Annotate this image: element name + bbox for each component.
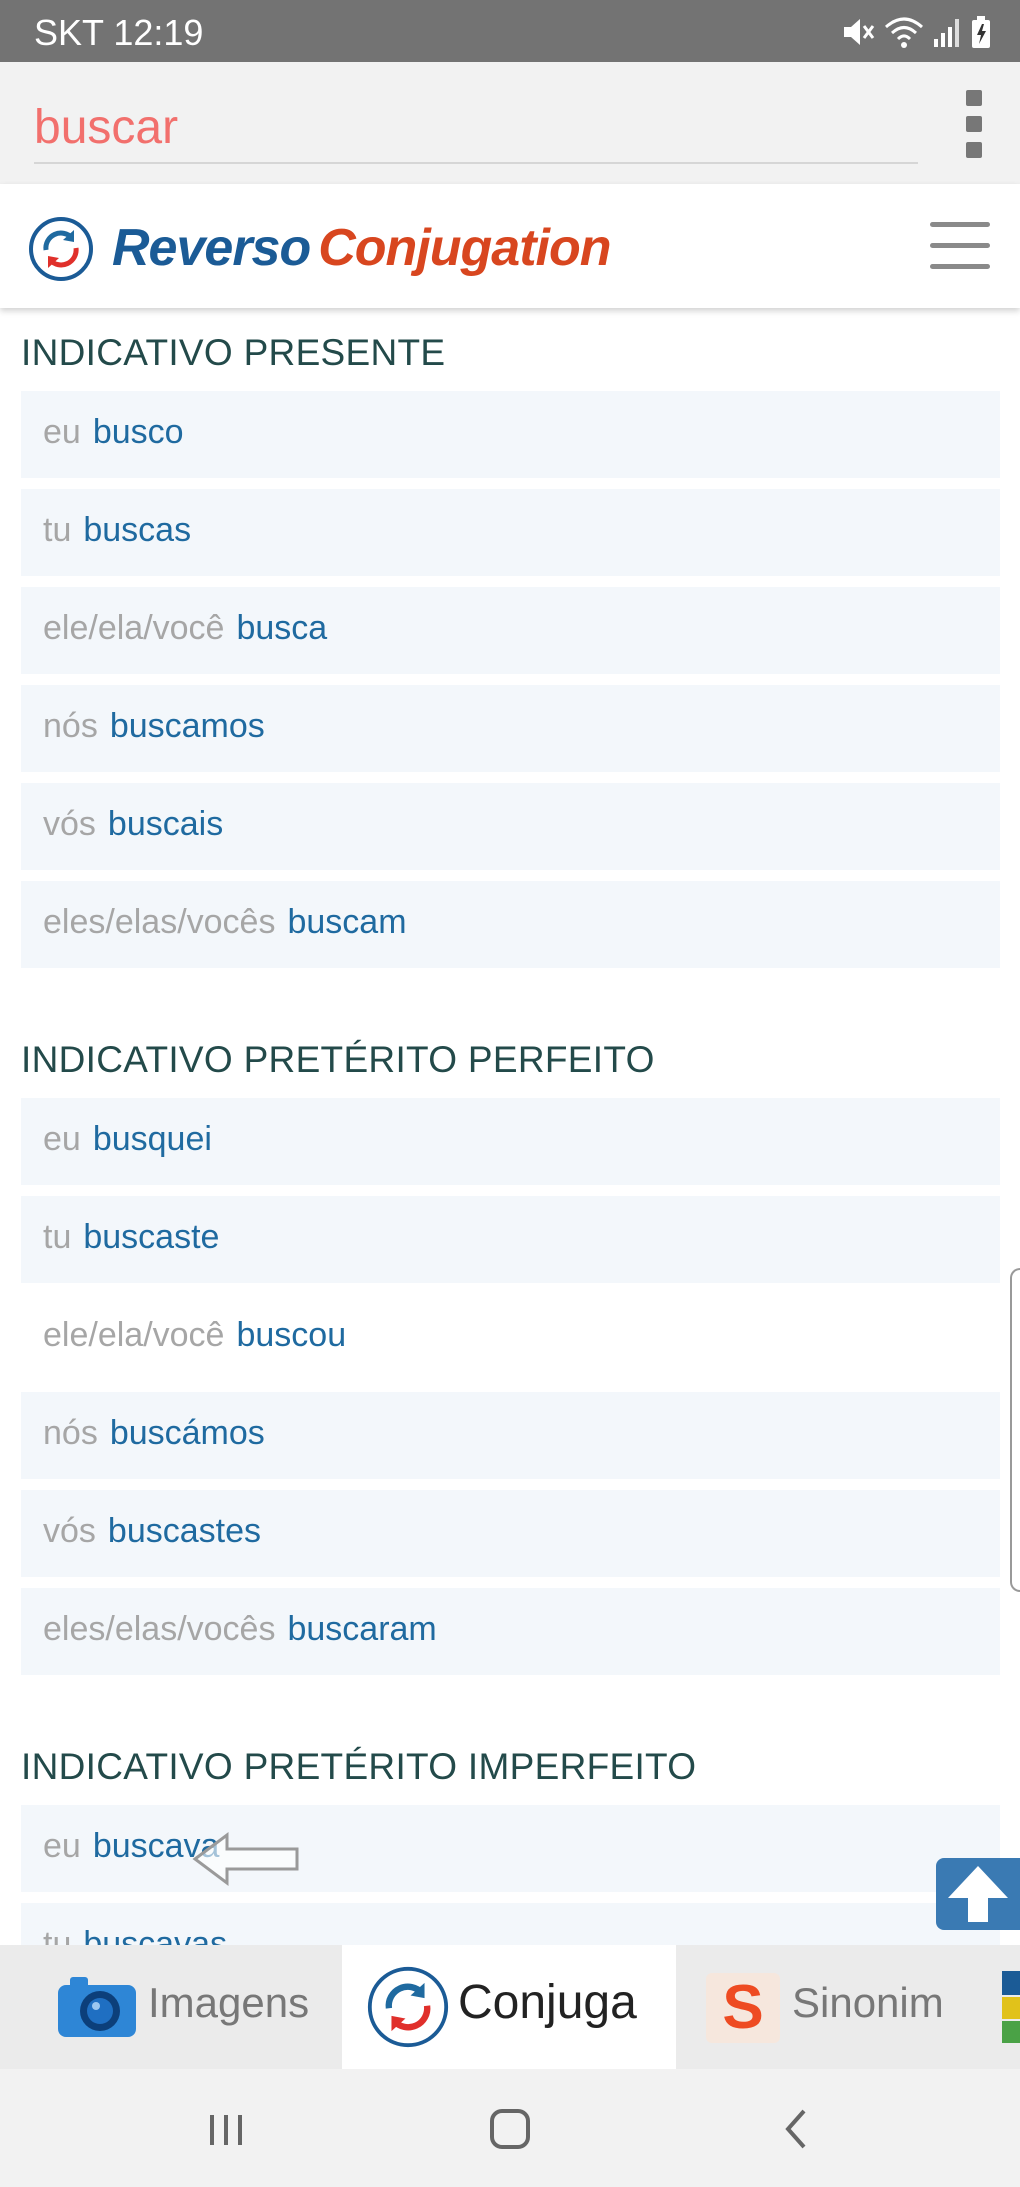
conjugation-row[interactable]: tu buscas — [21, 489, 1000, 576]
scroll-top-button[interactable] — [936, 1858, 1020, 1930]
synonym-s-icon: S — [706, 1973, 780, 2043]
mute-icon — [844, 19, 875, 45]
verb-form[interactable]: busquei — [93, 1120, 212, 1158]
carrier-time: SKT 12:19 — [34, 12, 204, 53]
verb-form[interactable]: buscaram — [287, 1610, 436, 1648]
pronoun: tu — [43, 1218, 72, 1256]
recent-apps-icon[interactable] — [202, 2105, 250, 2153]
brand-conjugation: Conjugation — [318, 219, 611, 277]
verb-form[interactable]: buscastes — [108, 1512, 261, 1550]
arrow-up-icon — [948, 1866, 1008, 1922]
pronoun: eles/elas/vocês — [43, 903, 276, 941]
pronoun: eles/elas/vocês — [43, 1610, 276, 1648]
conjugation-row[interactable]: tu buscavas — [21, 1903, 1000, 1945]
verb-form[interactable]: busca — [236, 609, 327, 647]
verb-form[interactable]: buscou — [236, 1316, 346, 1354]
conjugation-row[interactable]: eu busquei — [21, 1098, 1000, 1185]
pronoun: eu — [43, 413, 81, 451]
pronoun: nós — [43, 1414, 98, 1452]
bottom-app-tabs: Imagens Conjuga S Sinonim — [0, 1945, 1020, 2069]
conjugation-row[interactable]: ele/ela/você buscou — [21, 1294, 1000, 1381]
status-icons — [840, 14, 992, 50]
hamburger-menu-icon[interactable] — [930, 222, 990, 270]
verb-form[interactable]: buscaste — [83, 1218, 219, 1256]
conjugation-row[interactable]: eu busco — [21, 391, 1000, 478]
system-nav-bar — [0, 2069, 1020, 2187]
tab-label: Conjuga — [458, 1976, 637, 2029]
tab-conjuga[interactable]: Conjuga — [342, 1945, 676, 2069]
pronoun: ele/ela/você — [43, 609, 225, 647]
tab-imagens[interactable]: Imagens — [0, 1945, 340, 2069]
pronoun: tu — [43, 1925, 72, 1945]
side-scroll-handle[interactable] — [1010, 1268, 1020, 1592]
verb-form[interactable]: buscas — [83, 511, 191, 549]
section-title-perfeito: INDICATIVO PRETÉRITO PERFEITO — [21, 1039, 655, 1080]
conjugation-row[interactable]: tu buscaste — [21, 1196, 1000, 1283]
arrow-left-icon — [192, 1832, 299, 1886]
reverso-logo-icon — [367, 1966, 449, 2048]
conjugation-row[interactable]: vós buscais — [21, 783, 1000, 870]
brand-reverso: Reverso — [112, 219, 311, 277]
brand-logo-text[interactable]: Reverso Conjugation — [112, 218, 612, 278]
search-query-input[interactable]: buscar — [34, 100, 178, 155]
pronoun: vós — [43, 1512, 96, 1550]
wifi-icon — [885, 17, 923, 48]
conjugation-row[interactable]: vós buscastes — [21, 1490, 1000, 1577]
pronoun: nós — [43, 707, 98, 745]
conjugation-row[interactable]: eles/elas/vocês buscaram — [21, 1588, 1000, 1675]
verb-form[interactable]: buscais — [108, 805, 223, 843]
conjugation-row[interactable]: eles/elas/vocês buscam — [21, 881, 1000, 968]
tab-label: Sinonim — [792, 1979, 944, 2026]
pronoun: tu — [43, 511, 72, 549]
tab-sinonim[interactable]: S Sinonim — [680, 1945, 980, 2069]
search-bar: buscar — [0, 62, 1020, 184]
verb-form[interactable]: buscavas — [83, 1925, 227, 1945]
status-bar: SKT 12:19 — [0, 0, 1020, 62]
tab-label: Imagens — [148, 1979, 310, 2026]
tab-more-partial[interactable] — [1000, 1945, 1020, 2069]
conjugation-row[interactable]: nós buscámos — [21, 1392, 1000, 1479]
section-title-presente: INDICATIVO PRESENTE — [21, 332, 446, 373]
verb-form[interactable]: buscamos — [110, 707, 265, 745]
home-icon[interactable] — [486, 2105, 534, 2153]
conjugation-row[interactable]: ele/ela/você busca — [21, 587, 1000, 674]
more-vert-icon[interactable] — [958, 88, 988, 160]
pronoun: eu — [43, 1120, 81, 1158]
reverso-logo-icon[interactable] — [28, 216, 94, 282]
verb-form[interactable]: busco — [93, 413, 184, 451]
conjugation-row[interactable]: nós buscamos — [21, 685, 1000, 772]
battery-charging-icon — [972, 16, 990, 48]
camera-icon — [58, 1977, 136, 2037]
pronoun: vós — [43, 805, 96, 843]
search-underline — [34, 162, 918, 164]
pronoun: eu — [43, 1827, 81, 1865]
conjugation-row[interactable]: eu buscava — [21, 1805, 1000, 1892]
signal-icon — [934, 19, 959, 47]
section-title-imperfeito: INDICATIVO PRETÉRITO IMPERFEITO — [21, 1746, 697, 1787]
site-header: Reverso Conjugation — [0, 184, 1020, 308]
conjugation-content[interactable]: INDICATIVO PRESENTE eu busco tu buscas ele… — [0, 308, 1020, 1945]
back-icon[interactable] — [774, 2105, 822, 2153]
pronoun: ele/ela/você — [43, 1316, 225, 1354]
verb-form[interactable]: buscam — [287, 903, 406, 941]
verb-form[interactable]: buscámos — [110, 1414, 265, 1452]
